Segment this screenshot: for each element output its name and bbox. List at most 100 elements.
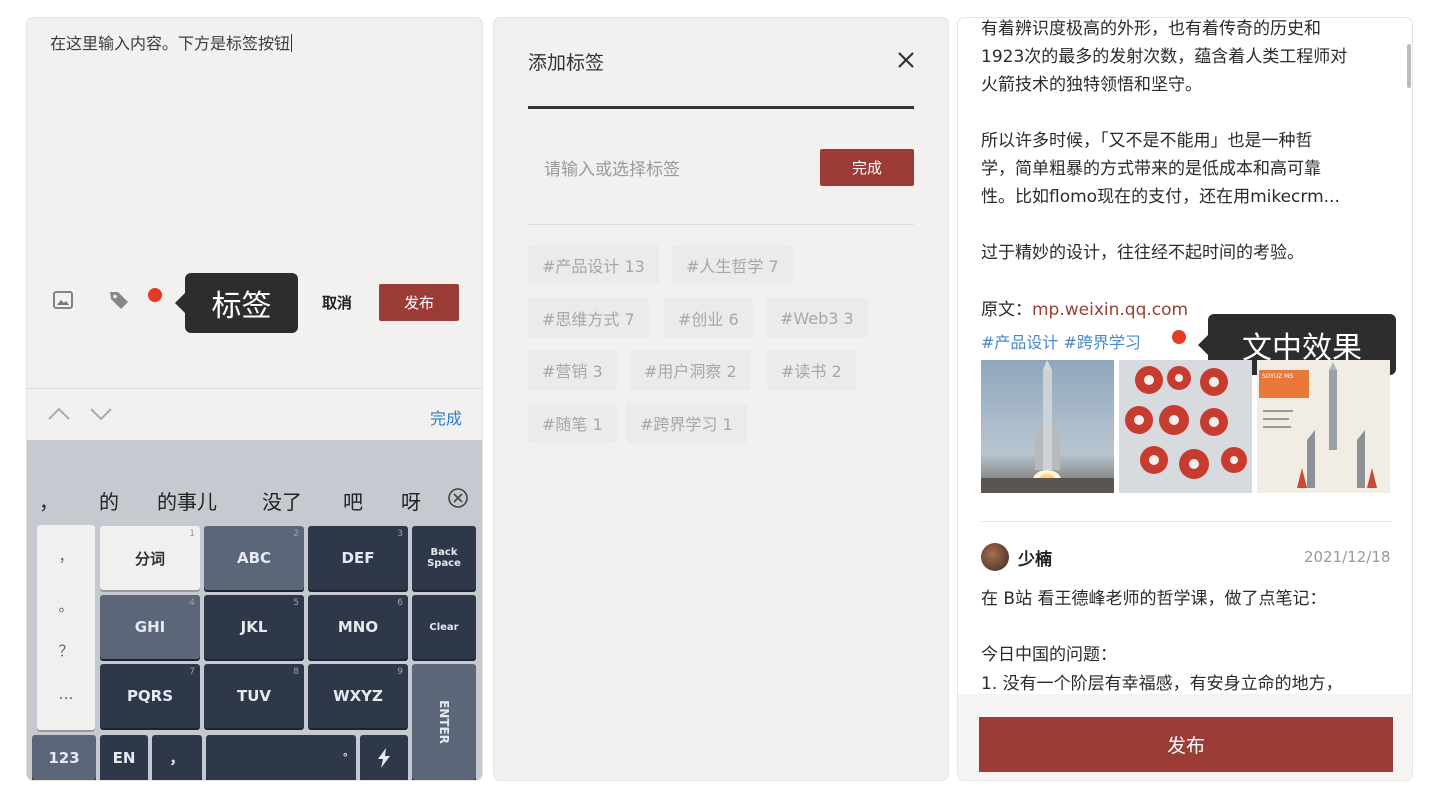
- key-label: PQRS: [126, 687, 174, 705]
- key-number: 4: [189, 598, 195, 608]
- keyboard: ， 的 的事儿 没了 吧 呀 ， 。 ？ … 分词 1 ABC 2 DEF 3 Bac…: [27, 440, 482, 780]
- key-tuv[interactable]: TUV 8: [204, 664, 304, 728]
- key-label: JKL: [240, 618, 268, 636]
- source-link[interactable]: mp.weixin.qq.com: [1032, 300, 1188, 320]
- tag-chip[interactable]: #产品设计 13: [528, 245, 659, 285]
- tag-chip[interactable]: #用户洞察 2: [630, 350, 751, 390]
- key-mno[interactable]: MNO 6: [308, 595, 408, 659]
- memo-divider: [981, 521, 1391, 522]
- key-number: 3: [397, 529, 403, 539]
- tag-done-button[interactable]: 完成: [820, 149, 914, 186]
- tag-chip[interactable]: #随笔 1: [528, 403, 617, 443]
- key-enter[interactable]: ENTER: [412, 664, 476, 780]
- tag-icon[interactable]: [107, 288, 131, 312]
- key-wxyz[interactable]: WXYZ 9: [308, 664, 408, 728]
- image-icon[interactable]: [51, 288, 75, 312]
- chevron-down-icon[interactable]: [89, 406, 113, 422]
- article-line: 学，简单粗暴的方式带来的是低成本和高可靠: [981, 159, 1321, 179]
- dialog-title: 添加标签: [528, 52, 605, 74]
- rocket-diagram-image: [1263, 362, 1377, 488]
- lightning-icon: [378, 747, 390, 768]
- tag-chip[interactable]: #思维方式 7: [528, 298, 649, 338]
- tag-chip[interactable]: #创业 6: [664, 298, 753, 338]
- key-lightning[interactable]: [360, 735, 408, 780]
- key-label: ENTER: [437, 700, 451, 744]
- key-fenci[interactable]: 分词 1: [100, 526, 200, 590]
- punct-question[interactable]: ？: [37, 640, 95, 661]
- publish-button[interactable]: 发布: [379, 284, 459, 321]
- rocket-engines-image: [1125, 366, 1247, 479]
- key-number: 2: [293, 529, 299, 539]
- tag-chip[interactable]: #读书 2: [767, 350, 856, 390]
- source-label: 原文：: [981, 300, 1032, 320]
- cancel-button[interactable]: 取消: [322, 292, 352, 313]
- rocket-photo-1[interactable]: [981, 360, 1114, 493]
- key-def[interactable]: DEF 3: [308, 526, 408, 590]
- candidate-0[interactable]: ，: [39, 486, 59, 515]
- key-clear[interactable]: Clear: [412, 595, 476, 659]
- key-label: Space: [427, 558, 461, 569]
- key-123[interactable]: 123: [32, 735, 96, 780]
- candidate-4[interactable]: 吧: [343, 486, 363, 515]
- compose-text: 在这里输入内容。下方是标签按钮: [50, 34, 291, 53]
- tag-chip[interactable]: #Web3 3: [766, 298, 868, 338]
- chevron-up-icon[interactable]: [47, 406, 71, 422]
- punctuation-column[interactable]: ， 。 ？ …: [37, 525, 95, 730]
- text-caret: [291, 34, 293, 52]
- candidate-1[interactable]: 的: [99, 486, 119, 515]
- key-backspace[interactable]: Back Space: [412, 526, 476, 590]
- article-panel: 有着辨识度极高的外形，也有着传奇的历史和 1923次的最多的发射次数，蕴含着人类…: [958, 18, 1412, 780]
- compose-panel: 在这里输入内容。下方是标签按钮 标签 取消 发布 完成 ， 的 的事儿 没了 吧…: [27, 18, 482, 780]
- source-line: 原文：mp.weixin.qq.com: [981, 295, 1188, 320]
- keyboard-toolbar: 完成: [27, 388, 482, 441]
- memo-line: 1. 没有一个阶层有幸福感，有安身立命的地方，: [981, 674, 1343, 694]
- key-label: MNO: [337, 618, 379, 636]
- rocket-photo-2[interactable]: [1119, 360, 1252, 493]
- article-line: 1923次的最多的发射次数，蕴含着人类工程师对: [981, 47, 1348, 67]
- key-pqrs[interactable]: PQRS 7: [100, 664, 200, 728]
- input-divider: [528, 224, 914, 225]
- article-line: 过于精妙的设计，往往经不起时间的考验。: [981, 243, 1304, 263]
- candidate-3[interactable]: 没了: [262, 486, 302, 515]
- key-label: 分词: [134, 549, 165, 568]
- punct-period[interactable]: 。: [37, 595, 95, 616]
- rocket-photo-3[interactable]: SOYUZ MS: [1257, 360, 1390, 493]
- tag-callout: 标签: [175, 273, 298, 333]
- publish-button[interactable]: 发布: [979, 717, 1393, 772]
- punct-ellipsis[interactable]: …: [37, 685, 95, 703]
- article-line: 所以许多时候，「又不是不能用」也是一种哲: [981, 131, 1313, 151]
- tag-input[interactable]: 请输入或选择标签: [544, 155, 680, 180]
- add-tag-panel: 添加标签 请输入或选择标签 完成 #产品设计 13 #人生哲学 7 #思维方式 …: [494, 18, 948, 780]
- tag-chip[interactable]: #人生哲学 7: [672, 245, 793, 285]
- article-line: 火箭技术的独特领悟和坚守。: [981, 75, 1202, 95]
- punct-comma[interactable]: ，: [37, 545, 95, 566]
- key-ghi[interactable]: GHI 4: [100, 595, 200, 659]
- key-number: 5: [293, 598, 299, 608]
- key-label: ABC: [236, 549, 272, 567]
- article-line: 性。比如flomo现在的支付，还在用mikecrm...: [981, 187, 1340, 207]
- memo-date: 2021/12/18: [1304, 548, 1391, 566]
- key-label: WXYZ: [333, 687, 383, 705]
- memo-line: 今日中国的问题：: [981, 645, 1117, 665]
- compose-input[interactable]: 在这里输入内容。下方是标签按钮: [50, 30, 293, 54]
- candidate-5[interactable]: 呀: [401, 486, 421, 515]
- tag-chip[interactable]: #跨界学习 1: [626, 403, 747, 443]
- key-number: 7: [189, 667, 195, 677]
- tag-chip[interactable]: #营销 3: [528, 350, 617, 390]
- memo-line: 在 B站 看王德峰老师的哲学课，做了点笔记：: [981, 589, 1327, 609]
- username[interactable]: 少楠: [1018, 545, 1052, 570]
- close-icon[interactable]: [894, 48, 918, 72]
- key-number: 6: [397, 598, 403, 608]
- key-en[interactable]: EN: [100, 735, 148, 780]
- title-divider: [528, 106, 914, 109]
- keyboard-done-button[interactable]: 完成: [430, 405, 462, 429]
- close-candidates-icon[interactable]: [447, 487, 469, 509]
- scrollbar[interactable]: [1407, 44, 1411, 88]
- key-abc[interactable]: ABC 2: [204, 526, 304, 590]
- avatar[interactable]: [981, 543, 1009, 571]
- key-jkl[interactable]: JKL 5: [204, 595, 304, 659]
- key-space[interactable]: °: [206, 735, 356, 780]
- article-tags[interactable]: #产品设计 #跨界学习: [981, 333, 1141, 352]
- key-comma[interactable]: ，: [152, 735, 202, 780]
- candidate-2[interactable]: 的事儿: [157, 486, 217, 515]
